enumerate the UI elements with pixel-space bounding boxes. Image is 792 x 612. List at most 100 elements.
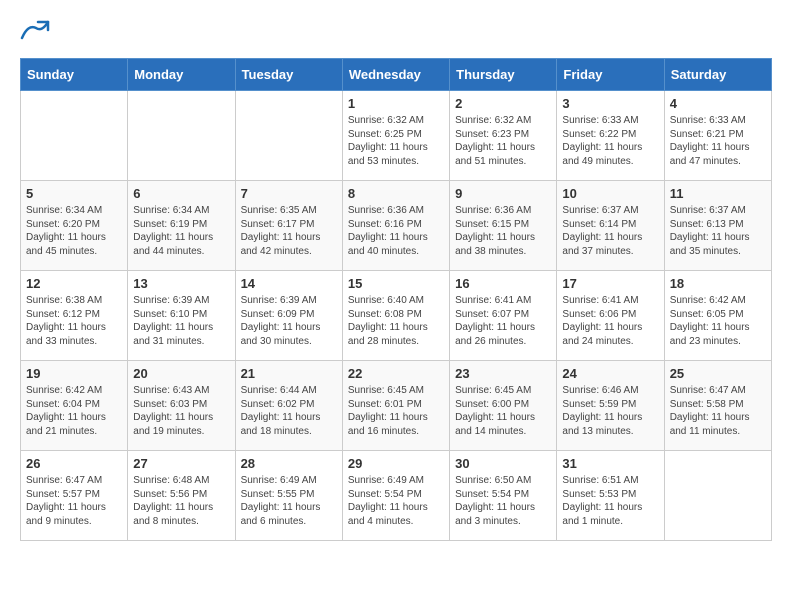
calendar-cell: 26 Sunrise: 6:47 AM Sunset: 5:57 PM Dayli… [21, 451, 128, 541]
calendar-cell: 5 Sunrise: 6:34 AM Sunset: 6:20 PM Daylig… [21, 181, 128, 271]
calendar-cell: 12 Sunrise: 6:38 AM Sunset: 6:12 PM Dayli… [21, 271, 128, 361]
day-number: 14 [241, 276, 337, 291]
day-number: 9 [455, 186, 551, 201]
day-info: Sunrise: 6:33 AM Sunset: 6:22 PM Dayligh… [562, 114, 658, 168]
calendar-cell: 4 Sunrise: 6:33 AM Sunset: 6:21 PM Daylig… [664, 91, 771, 181]
weekday-header-tuesday: Tuesday [235, 59, 342, 91]
week-row-4: 19Sunrise: 6:42 AM Sunset: 6:04 PM Dayli… [21, 361, 772, 451]
day-info: Sunrise: 6:39 AM Sunset: 6:09 PM Dayligh… [241, 294, 337, 348]
calendar-cell: 2 Sunrise: 6:32 AM Sunset: 6:23 PM Daylig… [450, 91, 557, 181]
day-number: 3 [562, 96, 658, 111]
week-row-5: 26 Sunrise: 6:47 AM Sunset: 5:57 PM Dayli… [21, 451, 772, 541]
day-info: Sunrise: 6:48 AM Sunset: 5:56 PM Dayligh… [133, 474, 229, 528]
weekday-header-friday: Friday [557, 59, 664, 91]
day-number: 6 [133, 186, 229, 201]
calendar-cell: 1 Sunrise: 6:32 AM Sunset: 6:25 PM Daylig… [342, 91, 449, 181]
calendar-cell: 13Sunrise: 6:39 AM Sunset: 6:10 PM Dayli… [128, 271, 235, 361]
calendar-cell: 17 Sunrise: 6:41 AM Sunset: 6:06 PM Dayli… [557, 271, 664, 361]
header [20, 20, 772, 42]
weekday-header-thursday: Thursday [450, 59, 557, 91]
day-number: 2 [455, 96, 551, 111]
day-info: Sunrise: 6:38 AM Sunset: 6:12 PM Dayligh… [26, 294, 122, 348]
day-number: 17 [562, 276, 658, 291]
day-number: 1 [348, 96, 444, 111]
day-info: Sunrise: 6:49 AM Sunset: 5:54 PM Dayligh… [348, 474, 444, 528]
calendar-cell: 3 Sunrise: 6:33 AM Sunset: 6:22 PM Daylig… [557, 91, 664, 181]
day-number: 20 [133, 366, 229, 381]
calendar-cell: 28 Sunrise: 6:49 AM Sunset: 5:55 PM Dayli… [235, 451, 342, 541]
day-info: Sunrise: 6:45 AM Sunset: 6:01 PM Dayligh… [348, 384, 444, 438]
week-row-1: 1 Sunrise: 6:32 AM Sunset: 6:25 PM Daylig… [21, 91, 772, 181]
day-number: 27 [133, 456, 229, 471]
day-number: 29 [348, 456, 444, 471]
day-info: Sunrise: 6:49 AM Sunset: 5:55 PM Dayligh… [241, 474, 337, 528]
calendar-cell [664, 451, 771, 541]
calendar-cell: 22 Sunrise: 6:45 AM Sunset: 6:01 PM Dayli… [342, 361, 449, 451]
calendar-cell: 10 Sunrise: 6:37 AM Sunset: 6:14 PM Dayli… [557, 181, 664, 271]
day-info: Sunrise: 6:43 AM Sunset: 6:03 PM Dayligh… [133, 384, 229, 438]
calendar-cell: 6 Sunrise: 6:34 AM Sunset: 6:19 PM Daylig… [128, 181, 235, 271]
calendar-cell: 11Sunrise: 6:37 AM Sunset: 6:13 PM Dayli… [664, 181, 771, 271]
day-info: Sunrise: 6:34 AM Sunset: 6:19 PM Dayligh… [133, 204, 229, 258]
day-number: 26 [26, 456, 122, 471]
logo-icon [20, 20, 50, 42]
week-row-3: 12 Sunrise: 6:38 AM Sunset: 6:12 PM Dayli… [21, 271, 772, 361]
calendar-cell [235, 91, 342, 181]
day-info: Sunrise: 6:33 AM Sunset: 6:21 PM Dayligh… [670, 114, 766, 168]
day-info: Sunrise: 6:37 AM Sunset: 6:14 PM Dayligh… [562, 204, 658, 258]
day-info: Sunrise: 6:50 AM Sunset: 5:54 PM Dayligh… [455, 474, 551, 528]
calendar-cell: 27 Sunrise: 6:48 AM Sunset: 5:56 PM Dayli… [128, 451, 235, 541]
day-info: Sunrise: 6:44 AM Sunset: 6:02 PM Dayligh… [241, 384, 337, 438]
day-number: 4 [670, 96, 766, 111]
day-info: Sunrise: 6:32 AM Sunset: 6:25 PM Dayligh… [348, 114, 444, 168]
day-number: 12 [26, 276, 122, 291]
day-info: Sunrise: 6:41 AM Sunset: 6:07 PM Dayligh… [455, 294, 551, 348]
day-info: Sunrise: 6:36 AM Sunset: 6:15 PM Dayligh… [455, 204, 551, 258]
weekday-header-row: SundayMondayTuesdayWednesdayThursdayFrid… [21, 59, 772, 91]
day-number: 23 [455, 366, 551, 381]
day-number: 30 [455, 456, 551, 471]
day-info: Sunrise: 6:46 AM Sunset: 5:59 PM Dayligh… [562, 384, 658, 438]
day-number: 25 [670, 366, 766, 381]
day-number: 15 [348, 276, 444, 291]
calendar-cell: 31Sunrise: 6:51 AM Sunset: 5:53 PM Dayli… [557, 451, 664, 541]
day-info: Sunrise: 6:47 AM Sunset: 5:58 PM Dayligh… [670, 384, 766, 438]
day-number: 5 [26, 186, 122, 201]
day-info: Sunrise: 6:36 AM Sunset: 6:16 PM Dayligh… [348, 204, 444, 258]
day-number: 22 [348, 366, 444, 381]
weekday-header-wednesday: Wednesday [342, 59, 449, 91]
calendar-cell: 15 Sunrise: 6:40 AM Sunset: 6:08 PM Dayli… [342, 271, 449, 361]
day-number: 10 [562, 186, 658, 201]
day-info: Sunrise: 6:34 AM Sunset: 6:20 PM Dayligh… [26, 204, 122, 258]
day-info: Sunrise: 6:47 AM Sunset: 5:57 PM Dayligh… [26, 474, 122, 528]
day-number: 28 [241, 456, 337, 471]
calendar-cell: 29 Sunrise: 6:49 AM Sunset: 5:54 PM Dayli… [342, 451, 449, 541]
day-info: Sunrise: 6:40 AM Sunset: 6:08 PM Dayligh… [348, 294, 444, 348]
day-info: Sunrise: 6:37 AM Sunset: 6:13 PM Dayligh… [670, 204, 766, 258]
calendar-cell: 25 Sunrise: 6:47 AM Sunset: 5:58 PM Dayli… [664, 361, 771, 451]
day-number: 19 [26, 366, 122, 381]
day-info: Sunrise: 6:35 AM Sunset: 6:17 PM Dayligh… [241, 204, 337, 258]
day-info: Sunrise: 6:41 AM Sunset: 6:06 PM Dayligh… [562, 294, 658, 348]
day-info: Sunrise: 6:32 AM Sunset: 6:23 PM Dayligh… [455, 114, 551, 168]
calendar-cell: 24 Sunrise: 6:46 AM Sunset: 5:59 PM Dayli… [557, 361, 664, 451]
calendar-cell: 18 Sunrise: 6:42 AM Sunset: 6:05 PM Dayli… [664, 271, 771, 361]
day-number: 7 [241, 186, 337, 201]
calendar-cell [128, 91, 235, 181]
day-number: 18 [670, 276, 766, 291]
weekday-header-monday: Monday [128, 59, 235, 91]
day-number: 16 [455, 276, 551, 291]
calendar-cell: 21 Sunrise: 6:44 AM Sunset: 6:02 PM Dayli… [235, 361, 342, 451]
calendar-cell: 20 Sunrise: 6:43 AM Sunset: 6:03 PM Dayli… [128, 361, 235, 451]
calendar-table: SundayMondayTuesdayWednesdayThursdayFrid… [20, 58, 772, 541]
day-info: Sunrise: 6:42 AM Sunset: 6:05 PM Dayligh… [670, 294, 766, 348]
day-info: Sunrise: 6:45 AM Sunset: 6:00 PM Dayligh… [455, 384, 551, 438]
calendar-cell: 14 Sunrise: 6:39 AM Sunset: 6:09 PM Dayli… [235, 271, 342, 361]
day-number: 24 [562, 366, 658, 381]
logo [20, 20, 54, 42]
weekday-header-saturday: Saturday [664, 59, 771, 91]
calendar-cell: 7 Sunrise: 6:35 AM Sunset: 6:17 PM Daylig… [235, 181, 342, 271]
calendar-cell: 9 Sunrise: 6:36 AM Sunset: 6:15 PM Daylig… [450, 181, 557, 271]
day-number: 21 [241, 366, 337, 381]
calendar-cell: 30 Sunrise: 6:50 AM Sunset: 5:54 PM Dayli… [450, 451, 557, 541]
